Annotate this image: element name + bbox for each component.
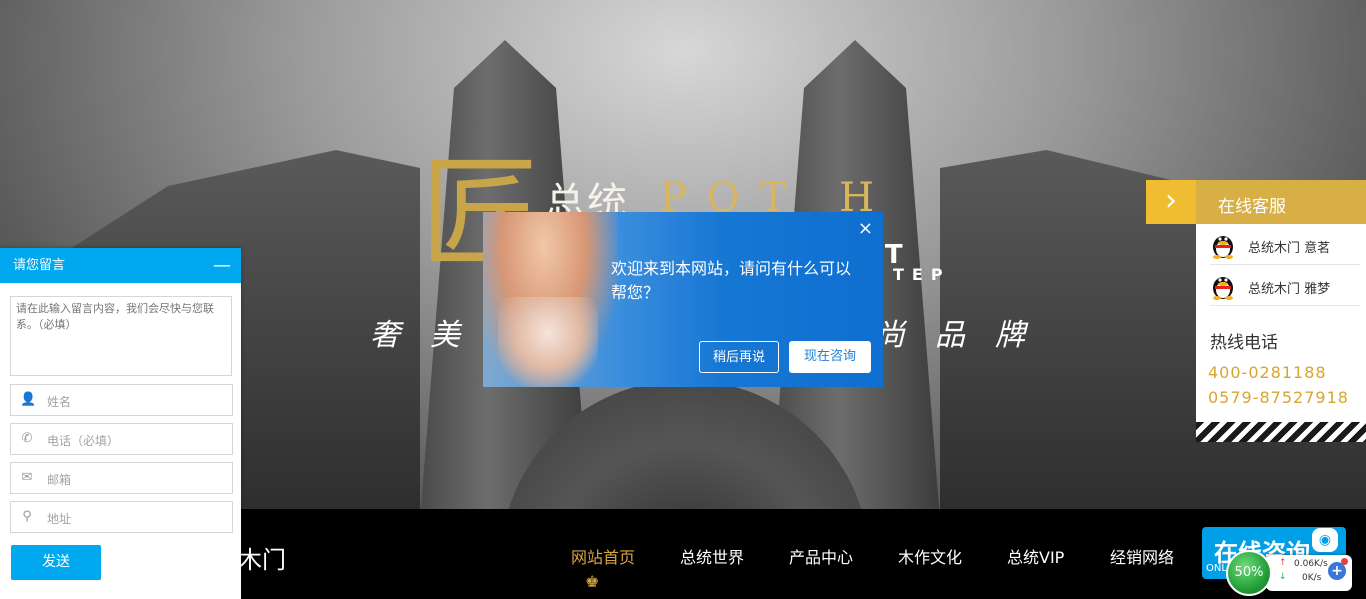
minimize-icon[interactable]: —	[213, 248, 231, 283]
later-button[interactable]: 稍后再说	[699, 341, 779, 373]
upload-arrow-icon: ↑	[1279, 558, 1287, 568]
agent-name: 总统木门 意茗	[1248, 241, 1331, 256]
nav-ornament-icon: ♚	[585, 572, 600, 591]
chat-bubble-icon[interactable]: ◉	[1312, 528, 1338, 552]
qq-penguin-icon	[1213, 277, 1233, 300]
upload-speed: 0.06K/s	[1294, 559, 1328, 569]
download-arrow-icon: ↓	[1279, 572, 1287, 582]
send-button[interactable]: 发送	[11, 545, 101, 580]
nav-item-culture[interactable]: 木作文化	[898, 544, 962, 568]
close-icon[interactable]: ×	[858, 218, 873, 239]
notification-dot	[1341, 558, 1348, 565]
chevron-right-icon[interactable]: ›	[1146, 180, 1196, 224]
name-field[interactable]: 👤 姓名	[10, 384, 233, 416]
name-field-placeholder: 姓名	[47, 395, 72, 409]
location-pin-icon: ⚲	[22, 509, 32, 524]
download-speed: 0K/s	[1302, 573, 1322, 583]
message-panel-title: 请您留言	[13, 258, 66, 273]
phone-field-placeholder: 电话（必填）	[47, 434, 120, 448]
agent-item[interactable]: 总统木门 雅梦	[1210, 265, 1360, 306]
hero-slogan-right: 尚品牌	[875, 318, 1055, 353]
network-speed-widget[interactable]: 50% ↑ 0.06K/s ↓ 0K/s +	[1226, 550, 1354, 596]
message-panel-header[interactable]: 请您留言 —	[0, 248, 241, 283]
person-icon: 👤	[20, 392, 37, 407]
hotline-label: 热线电话	[1210, 333, 1278, 353]
message-panel: 请您留言 — 👤 姓名 ✆ 电话（必填） ✉ 邮箱 ⚲ 地址 发送	[0, 248, 241, 599]
online-consult-sublabel: ONL	[1206, 563, 1227, 574]
nav-item-vip[interactable]: 总统VIP	[1007, 544, 1064, 568]
nav-item-world[interactable]: 总统世界	[680, 544, 744, 568]
email-field[interactable]: ✉ 邮箱	[10, 462, 233, 494]
nav-item-dealers[interactable]: 经销网络	[1110, 544, 1174, 568]
agent-name: 总统木门 雅梦	[1248, 282, 1331, 297]
address-field-placeholder: 地址	[47, 512, 72, 526]
consult-now-button[interactable]: 现在咨询	[789, 341, 871, 373]
hotline-number[interactable]: 400-0281188	[1208, 363, 1327, 382]
brand-logo-sub2: TEP	[893, 265, 951, 284]
welcome-popup: × 欢迎来到本网站，请问有什么可以帮您？ 稍后再说 现在咨询	[483, 212, 883, 387]
email-field-placeholder: 邮箱	[47, 473, 72, 487]
phone-icon: ✆	[21, 431, 33, 446]
popup-photo-hand	[498, 297, 598, 387]
qq-penguin-icon	[1213, 236, 1233, 259]
nav-item-products[interactable]: 产品中心	[789, 544, 853, 568]
agent-item[interactable]: 总统木门 意茗	[1210, 224, 1360, 265]
panel-stripe-decoration	[1196, 422, 1366, 442]
nav-item-home[interactable]: 网站首页	[571, 544, 635, 568]
customer-service-body: 总统木门 意茗 总统木门 雅梦 热线电话 400-0281188 0579-87…	[1196, 224, 1366, 422]
phone-field[interactable]: ✆ 电话（必填）	[10, 423, 233, 455]
popup-message: 欢迎来到本网站，请问有什么可以帮您？	[611, 259, 852, 302]
customer-service-title: 在线客服	[1218, 197, 1286, 217]
navbar-brand[interactable]: 木门	[238, 540, 286, 575]
message-textarea[interactable]	[10, 296, 232, 376]
mail-icon: ✉	[21, 470, 33, 485]
memory-usage-ball[interactable]: 50%	[1226, 550, 1272, 596]
hotline-number[interactable]: 0579-87527918	[1208, 388, 1349, 407]
address-field[interactable]: ⚲ 地址	[10, 501, 233, 533]
